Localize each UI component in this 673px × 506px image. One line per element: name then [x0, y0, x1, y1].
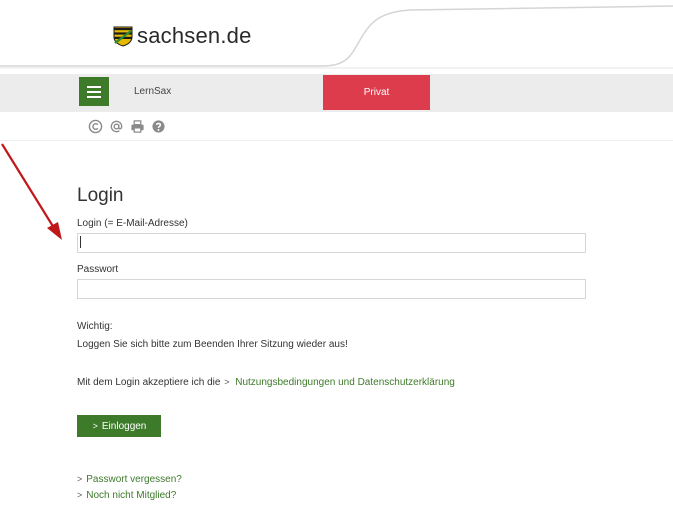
terms-line: Mit dem Login akzeptiere ich die > Nutzu… — [77, 377, 455, 388]
app-title[interactable]: LernSax — [134, 86, 171, 97]
annotation-arrow-icon — [1, 143, 62, 240]
sachsen-logo[interactable]: sachsen.de — [112, 23, 252, 49]
chevron-right-icon: > — [77, 490, 83, 500]
page-title: Login — [77, 185, 124, 206]
menu-button[interactable] — [79, 77, 109, 106]
toolbar-icons — [87, 118, 166, 134]
divider — [0, 140, 673, 141]
saxony-crest-icon — [113, 26, 133, 47]
hamburger-menu-icon — [87, 85, 101, 88]
text-cursor — [80, 236, 81, 248]
notice-text: Loggen Sie sich bitte zum Beenden Ihrer … — [77, 339, 348, 350]
terms-prefix: Mit dem Login akzeptiere ich die — [77, 377, 221, 388]
terms-link[interactable]: Nutzungsbedingungen und Datenschutzerklä… — [235, 377, 455, 388]
login-button[interactable]: > Einloggen — [77, 415, 161, 437]
email-field[interactable] — [77, 233, 586, 253]
email-label: Login (= E-Mail-Adresse) — [77, 218, 188, 229]
copyright-icon[interactable] — [87, 118, 103, 134]
chevron-right-icon: > — [224, 377, 230, 387]
logo-text: sachsen.de — [137, 23, 252, 48]
register-link[interactable]: > Noch nicht Mitglied? — [77, 490, 176, 501]
register-label: Noch nicht Mitglied? — [86, 490, 177, 501]
privat-tab[interactable]: Privat — [323, 75, 430, 110]
chevron-right-icon: > — [77, 474, 83, 484]
header-swoosh — [0, 5, 673, 69]
login-button-label: Einloggen — [101, 420, 147, 432]
notice-title: Wichtig: — [77, 321, 113, 332]
print-icon[interactable] — [129, 118, 145, 134]
help-icon[interactable] — [150, 118, 166, 134]
chevron-right-icon: > — [92, 421, 98, 431]
password-field[interactable] — [77, 279, 586, 299]
password-label: Passwort — [77, 264, 119, 275]
site-header: sachsen.de — [0, 0, 673, 72]
forgot-password-label: Passwort vergessen? — [86, 474, 182, 485]
hamburger-menu-icon-bar — [87, 95, 101, 98]
forgot-password-link[interactable]: > Passwort vergessen? — [77, 474, 182, 485]
at-icon[interactable] — [108, 118, 124, 134]
hamburger-menu-icon-bar — [87, 90, 101, 93]
